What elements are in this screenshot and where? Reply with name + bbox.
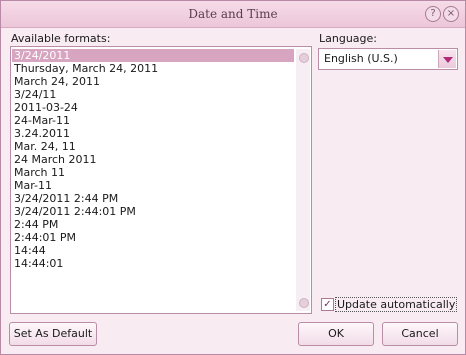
format-item[interactable]: March 24, 2011 bbox=[12, 75, 294, 88]
format-item[interactable]: 3/24/2011 2:44 PM bbox=[12, 192, 294, 205]
format-item[interactable]: 3/24/2011 bbox=[12, 49, 294, 62]
window-title: Date and Time bbox=[188, 7, 278, 21]
format-item[interactable]: Thursday, March 24, 2011 bbox=[12, 62, 294, 75]
format-item[interactable]: 24 March 2011 bbox=[12, 153, 294, 166]
scroll-up-icon[interactable] bbox=[299, 53, 309, 63]
format-item[interactable]: March 11 bbox=[12, 166, 294, 179]
format-item[interactable]: 24-Mar-11 bbox=[12, 114, 294, 127]
formats-list[interactable]: 3/24/2011 Thursday, March 24, 2011 March 2… bbox=[10, 46, 312, 314]
cancel-button[interactable]: Cancel bbox=[382, 322, 458, 346]
help-icon[interactable]: ? bbox=[425, 6, 441, 22]
formats-scrollbar[interactable] bbox=[296, 49, 310, 311]
language-select[interactable]: English (U.S.) bbox=[318, 48, 458, 70]
date-and-time-dialog: Date and Time ? × Available formats: 3/2… bbox=[0, 0, 466, 355]
scroll-down-icon[interactable] bbox=[299, 298, 309, 308]
format-item[interactable]: 3/24/2011 2:44:01 PM bbox=[12, 205, 294, 218]
update-automatically-label: Update automatically bbox=[335, 297, 458, 312]
set-as-default-button[interactable]: Set As Default bbox=[9, 322, 97, 346]
language-label: Language: bbox=[319, 32, 377, 45]
format-item[interactable]: 3/24/11 bbox=[12, 88, 294, 101]
available-formats-label: Available formats: bbox=[11, 32, 111, 45]
format-item[interactable]: 2:44:01 PM bbox=[12, 231, 294, 244]
format-item[interactable]: 3.24.2011 bbox=[12, 127, 294, 140]
format-item[interactable]: Mar-11 bbox=[12, 179, 294, 192]
language-value: English (U.S.) bbox=[324, 52, 398, 65]
format-item[interactable]: Mar. 24, 11 bbox=[12, 140, 294, 153]
close-icon[interactable]: × bbox=[443, 6, 459, 22]
format-item[interactable]: 2011-03-24 bbox=[12, 101, 294, 114]
format-item[interactable]: 14:44:01 bbox=[12, 257, 294, 270]
update-automatically-checkbox[interactable]: ✓ Update automatically bbox=[321, 297, 461, 312]
title-bar: Date and Time ? × bbox=[1, 1, 465, 28]
chevron-down-icon[interactable] bbox=[438, 50, 456, 68]
checkmark-icon[interactable]: ✓ bbox=[321, 298, 334, 311]
format-item[interactable]: 14:44 bbox=[12, 244, 294, 257]
format-item[interactable]: 2:44 PM bbox=[12, 218, 294, 231]
ok-button[interactable]: OK bbox=[298, 322, 374, 346]
